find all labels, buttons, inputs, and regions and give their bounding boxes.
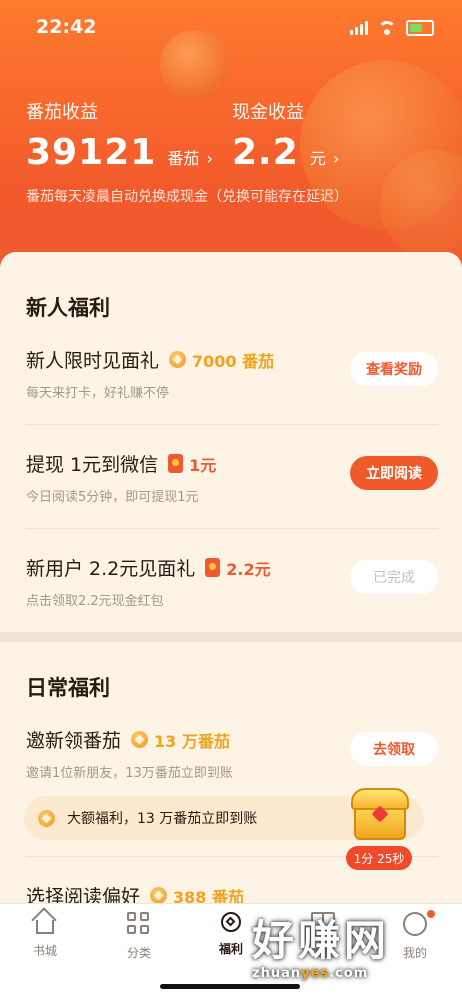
treasure-chest-icon[interactable]: [348, 786, 410, 842]
exchange-hint: 番茄每天凌晨自动兑换成现金（兑换可能存在延迟）: [26, 189, 348, 205]
divider: [26, 528, 438, 529]
tab-label: 分类: [126, 946, 151, 960]
task-reward: 2.2元: [226, 559, 271, 579]
fanqie-earnings-unit: 番茄: [167, 149, 200, 168]
read-now-button[interactable]: 立即阅读: [350, 456, 438, 490]
red-envelope-icon: [168, 454, 184, 473]
chevron-right-icon: ›: [206, 149, 213, 168]
home-icon: [36, 920, 54, 934]
tab-bookstore[interactable]: 书城: [10, 912, 80, 959]
task-desc: 邀请1位新朋友，13万番茄立即到账: [26, 766, 233, 781]
signal-icon: [350, 21, 368, 35]
section-title: 新人福利: [26, 296, 110, 320]
watermark-url: zhuanyes.com: [252, 966, 369, 981]
chest-timer: 1分 25秒: [346, 846, 412, 870]
coin-icon: [38, 809, 55, 827]
task-title: 新人限时见面礼: [26, 350, 160, 372]
fanqie-earnings-label: 番茄收益: [26, 102, 98, 123]
completed-button[interactable]: 已完成: [350, 560, 438, 594]
coin-icon: [150, 887, 168, 904]
newbie-welfare-section: 新人福利 新人限时见面礼 7000 番茄 每天来打卡，好礼赚不停 查看奖励 提现…: [0, 252, 462, 632]
watermark: 好赚网 zhuanyes.com: [252, 918, 452, 988]
claim-button[interactable]: 去领取: [350, 732, 438, 766]
cash-earnings-unit: 元: [309, 149, 326, 168]
cash-earnings-label: 现金收益: [232, 102, 304, 123]
view-reward-button[interactable]: 查看奖励: [350, 352, 438, 386]
task-title: 新用户 2.2元见面礼: [26, 558, 196, 580]
tab-category[interactable]: 分类: [104, 912, 174, 961]
divider: [26, 424, 438, 425]
grid-icon: [127, 912, 149, 934]
cash-earnings[interactable]: 现金收益 2.2 元 ›: [232, 98, 339, 173]
home-indicator[interactable]: [160, 984, 300, 989]
welfare-icon: [221, 912, 241, 932]
task-desc: 点击领取2.2元现金红包: [26, 594, 164, 609]
status-time: 22:42: [36, 16, 97, 38]
task-row: 提现 1元到微信 1元 今日阅读5分钟，即可提现1元 立即阅读: [26, 450, 438, 554]
task-row: 新人限时见面礼 7000 番茄 每天来打卡，好礼赚不停 查看奖励: [26, 346, 438, 450]
task-reward: 13 万番茄: [154, 731, 230, 751]
red-envelope-icon: [205, 558, 221, 577]
status-bar: 22:42: [0, 0, 462, 56]
cash-earnings-value: 2.2: [232, 132, 299, 173]
task-reward: 7000 番茄: [192, 351, 275, 371]
battery-icon: [406, 20, 434, 36]
task-desc: 每天来打卡，好礼赚不停: [26, 386, 170, 401]
task-reward: 388 番茄: [173, 887, 244, 905]
tab-label: 福利: [218, 942, 243, 956]
section-separator: [0, 632, 462, 642]
coin-icon: [169, 351, 187, 368]
watermark-text: 好赚网: [252, 916, 391, 965]
task-desc: 今日阅读5分钟，即可提现1元: [26, 490, 199, 505]
tab-label: 书城: [32, 944, 57, 958]
task-title: 提现 1元到微信: [26, 454, 159, 476]
task-title: 选择阅读偏好: [26, 886, 141, 904]
chevron-right-icon: ›: [332, 149, 340, 168]
earnings-header: 22:42 番茄收益 39121 番茄 › 现金收益 2.2 元 › 番茄每天凌…: [0, 0, 462, 270]
task-row: 选择阅读偏好 388 番茄: [26, 882, 438, 904]
coin-icon: [131, 731, 149, 748]
fanqie-earnings-value: 39121: [26, 132, 157, 173]
notification-dot: [427, 910, 435, 918]
task-title: 邀新领番茄: [26, 730, 122, 752]
wifi-icon: [378, 21, 396, 35]
banner-text: 大额福利，13 万番茄立即到账: [67, 811, 258, 827]
fanqie-earnings[interactable]: 番茄收益 39121 番茄 ›: [26, 98, 213, 173]
task-reward: 1元: [189, 455, 217, 475]
section-title: 日常福利: [26, 676, 110, 700]
